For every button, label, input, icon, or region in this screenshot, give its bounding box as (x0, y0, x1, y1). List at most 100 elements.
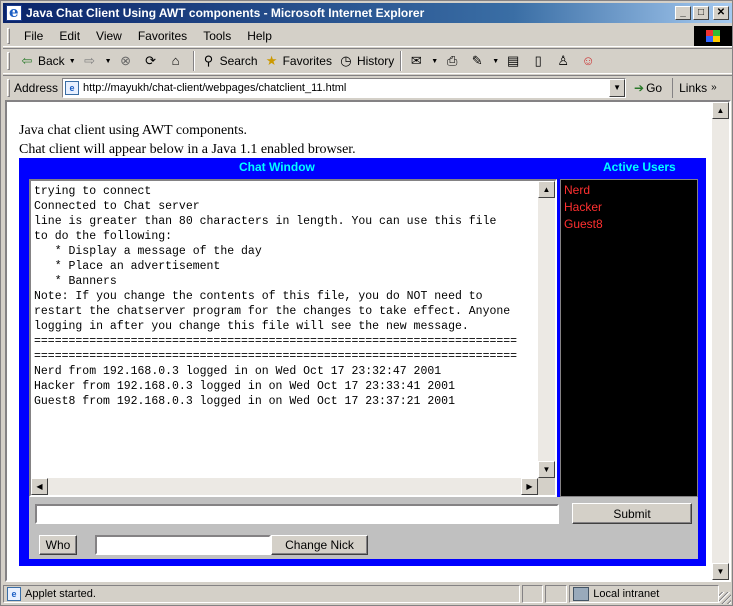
messenger-button[interactable]: ♙ (552, 50, 577, 72)
standard-toolbar: ⇦ Back ▼ ⇨ ▼ ⊗ ⟳ ⌂ ⚲ Search ★ Favorites … (3, 48, 732, 74)
who-button[interactable]: Who (39, 535, 77, 555)
chat-textarea[interactable]: trying to connect Connected to Chat serve… (29, 179, 557, 497)
menu-file[interactable]: File (16, 29, 51, 43)
close-button[interactable]: ✕ (713, 6, 729, 20)
chat-line: Connected to Chat server (34, 200, 200, 213)
page-scroll-down-button[interactable]: ▼ (712, 563, 729, 580)
chat-line: to do the following: (34, 230, 173, 243)
status-text: Applet started. (25, 588, 96, 600)
address-input[interactable]: e http://mayukh/chat-client/webpages/cha… (62, 77, 627, 98)
intro-line-1: Java chat client using AWT components. (19, 123, 248, 138)
home-button[interactable]: ⌂ (165, 50, 190, 72)
page-vertical-scrollbar[interactable]: ▲ ▼ (712, 102, 729, 580)
menu-view[interactable]: View (88, 29, 130, 43)
status-message-panel: e Applet started. (3, 585, 520, 603)
chat-line: * Display a message of the day (34, 245, 262, 258)
title-bar[interactable]: Java Chat Client Using AWT components - … (3, 3, 732, 23)
links-label: Links (679, 80, 708, 95)
go-arrow-icon: ➔ (634, 80, 645, 95)
discuss-icon: ▤ (507, 53, 520, 68)
chat-controls: Submit Who Change Nick (29, 497, 698, 559)
scrollbar-corner (538, 478, 555, 495)
messenger-icon: ♙ (557, 53, 569, 68)
scroll-up-button[interactable]: ▲ (538, 181, 555, 198)
active-users-list[interactable]: Nerd Hacker Guest8 (560, 179, 698, 497)
user-list-item[interactable]: Guest8 (564, 216, 694, 233)
chat-line: line is greater than 80 characters in le… (34, 215, 497, 228)
toolbar-grip[interactable] (7, 27, 10, 44)
chat-window-header: Chat Window (239, 160, 315, 174)
dropdown-arrow-icon[interactable]: ▼ (69, 58, 76, 65)
dropdown-arrow-icon[interactable]: ▼ (105, 58, 112, 65)
scroll-down-button[interactable]: ▼ (538, 461, 555, 478)
dropdown-arrow-icon[interactable]: ▼ (431, 58, 438, 65)
back-arrow-icon: ⇦ (21, 53, 33, 68)
search-button[interactable]: ⚲ Search (198, 50, 261, 72)
menu-tools[interactable]: Tools (195, 29, 239, 43)
resize-grip[interactable] (719, 592, 731, 604)
security-zone-panel[interactable]: Local intranet (569, 585, 720, 603)
menu-favorites[interactable]: Favorites (130, 29, 195, 43)
chat-line: restart the chatserver program for the c… (34, 305, 511, 318)
extra-tool-button[interactable]: ☺ (577, 50, 602, 72)
chat-line: trying to connect (34, 185, 152, 198)
edit-icon: ✎ (471, 53, 483, 68)
scroll-left-button[interactable]: ◀ (31, 478, 48, 495)
user-list-item[interactable]: Nerd (564, 182, 694, 199)
status-bar: e Applet started. Local intranet (3, 584, 732, 604)
submit-button[interactable]: Submit (572, 503, 692, 524)
print-button[interactable]: ⎙ (441, 50, 466, 72)
back-button[interactable]: ⇦ Back ▼ (16, 50, 79, 72)
research-button[interactable]: ▯ (527, 50, 552, 72)
refresh-button[interactable]: ⟳ (140, 50, 165, 72)
edit-button[interactable]: ✎ ▼ (466, 50, 502, 72)
menu-help[interactable]: Help (239, 29, 280, 43)
minimize-button[interactable]: _ (675, 6, 691, 20)
favorites-icon: ★ (265, 53, 278, 68)
page-scroll-up-button[interactable]: ▲ (712, 102, 729, 119)
address-url[interactable]: http://mayukh/chat-client/webpages/chatc… (83, 82, 609, 94)
chat-line: ========================================… (34, 350, 518, 363)
go-label: Go (646, 80, 663, 95)
forward-arrow-icon: ⇨ (84, 53, 96, 68)
toolbar-separator (400, 51, 403, 71)
dropdown-arrow-icon[interactable]: ▼ (492, 58, 499, 65)
user-list-item[interactable]: Hacker (564, 199, 694, 216)
chat-line: Note: If you change the contents of this… (34, 290, 483, 303)
forward-button[interactable]: ⇨ ▼ (79, 50, 115, 72)
web-page: Java chat client using AWT components. C… (7, 102, 712, 580)
history-button[interactable]: ◷ History (335, 50, 397, 72)
go-button[interactable]: ➔ Go (634, 81, 662, 95)
page-icon: e (65, 80, 80, 95)
toolbar-grip[interactable] (7, 52, 10, 70)
change-nick-button[interactable]: Change Nick (271, 535, 368, 555)
favorites-button[interactable]: ★ Favorites (261, 50, 335, 72)
chat-line: ========================================… (34, 335, 518, 348)
maximize-button[interactable]: □ (693, 6, 709, 20)
stop-button[interactable]: ⊗ (115, 50, 140, 72)
refresh-icon: ⟳ (145, 53, 157, 68)
intranet-zone-icon (573, 587, 590, 601)
intro-text: Java chat client using AWT components. C… (19, 121, 356, 159)
mail-button[interactable]: ✉ ▼ (405, 50, 441, 72)
discuss-button[interactable]: ▤ (502, 50, 527, 72)
chat-line: Guest8 from 192.168.0.3 logged in on Wed… (34, 395, 455, 408)
links-button[interactable]: Links » (672, 77, 717, 98)
search-icon: ⚲ (203, 53, 214, 68)
message-input[interactable] (35, 504, 559, 524)
chat-vertical-scrollbar[interactable]: ▲ ▼ (538, 181, 555, 478)
menu-bar: File Edit View Favorites Tools Help (3, 25, 732, 47)
browser-window: Java Chat Client Using AWT components - … (0, 0, 733, 606)
ie-logo-icon (6, 3, 22, 21)
address-dropdown-button[interactable]: ▼ (609, 78, 626, 97)
toolbar-grip[interactable] (7, 78, 10, 97)
chat-log[interactable]: trying to connect Connected to Chat serve… (34, 184, 539, 474)
chat-applet: Chat Window Active Users trying to conne… (19, 158, 706, 566)
menu-edit[interactable]: Edit (51, 29, 88, 43)
scroll-right-button[interactable]: ▶ (521, 478, 538, 495)
zone-text: Local intranet (593, 588, 660, 600)
chat-line: Hacker from 192.168.0.3 logged in on Wed… (34, 380, 455, 393)
nickname-input[interactable] (95, 535, 271, 555)
back-label: Back (38, 54, 65, 68)
chat-horizontal-scrollbar[interactable]: ◀ ▶ (31, 478, 538, 495)
